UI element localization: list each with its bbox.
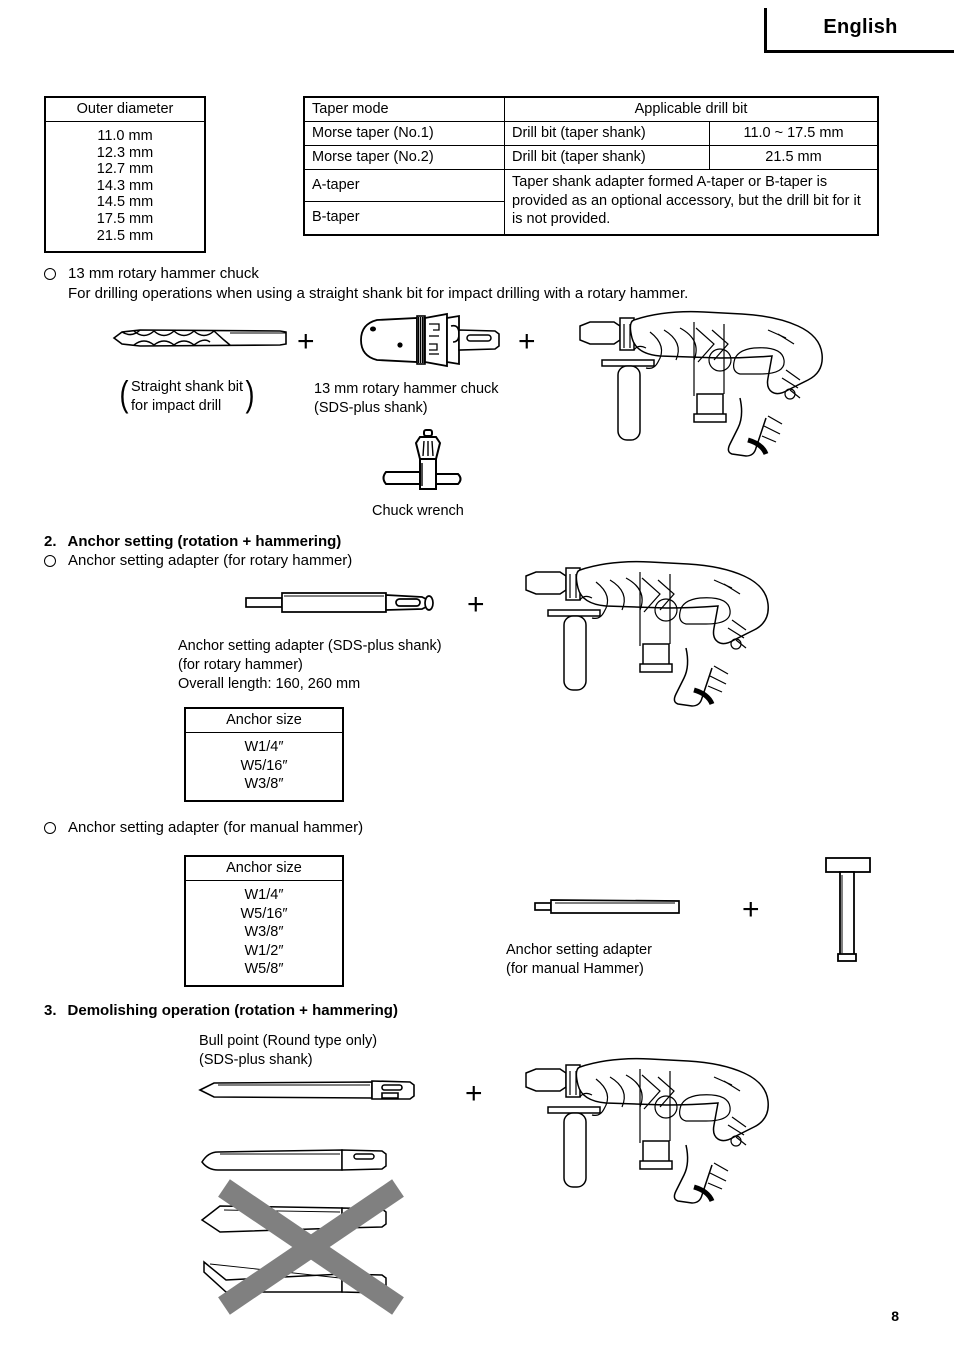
rotary-hammer-chuck-illustration <box>355 312 505 368</box>
chuck-wrench-illustration <box>378 428 478 498</box>
page-number: 8 <box>891 1308 899 1324</box>
straight-shank-bit-caption-group: ( Straight shank bit for impact drill ) <box>118 373 256 416</box>
table-row: W1/4″ <box>244 739 284 755</box>
drill-bit-cell: Drill bit (taper shank) <box>504 121 710 146</box>
drill-bit-size-cell: 21.5 mm <box>709 145 879 170</box>
applicable-drill-bit-header: Applicable drill bit <box>504 96 879 122</box>
prohibited-bits-illustration <box>196 1140 426 1315</box>
table-row: W5/16″ <box>240 905 288 922</box>
table-row: W3/8″ <box>244 924 284 940</box>
plus-sign-manual: + <box>742 893 760 926</box>
table-row: 12.7 mm <box>96 161 154 178</box>
rotary-hammer-tool-illustration-2 <box>518 558 780 708</box>
circle-bullet-icon <box>44 268 56 280</box>
outer-diameter-table-wrapper: Outer diameter 11.0 mm 12.3 mm 12.7 mm 1… <box>44 96 206 254</box>
drill-bit-size-cell: 11.0 ~ 17.5 mm <box>709 121 879 146</box>
a-taper-cell: A-taper <box>303 168 505 203</box>
anchor-size-header: Anchor size <box>185 708 343 733</box>
language-label: English <box>823 15 898 38</box>
plus-sign-rotary: + <box>467 588 485 621</box>
rotary-hammer-tool-illustration-1 <box>572 308 834 458</box>
taper-mode-header: Taper mode <box>303 96 505 122</box>
straight-shank-bit-illustration <box>110 320 290 356</box>
anchor-rotary-bullet-row: Anchor setting adapter (for rotary hamme… <box>44 551 352 571</box>
table-row: A-taper Taper shank adapter formed A-tap… <box>303 168 879 235</box>
taper-mode-table-wrapper: Taper mode Applicable drill bit Morse ta… <box>303 96 879 236</box>
left-paren: ( <box>119 373 129 414</box>
b-taper-cell: B-taper <box>303 201 505 235</box>
table-row: 17.5 mm <box>96 210 154 227</box>
drill-bit-cell: Drill bit (taper shank) <box>504 145 710 170</box>
chuck-wrench-caption: Chuck wrench <box>372 503 464 519</box>
table-row: W1/2″ <box>244 942 284 959</box>
anchor-manual-adapter-caption: Anchor setting adapter (for manual Hamme… <box>506 942 652 977</box>
table-row: 21.5 mm <box>96 227 154 244</box>
plus-sign-2: + <box>518 325 536 358</box>
taper-mode-table: Taper mode Applicable drill bit Morse ta… <box>303 96 879 236</box>
table-row: 14.5 mm <box>96 194 154 211</box>
manual-hammer-illustration <box>820 855 876 965</box>
table-row: W5/8″ <box>244 961 284 977</box>
table-row: W1/4″ <box>244 887 284 903</box>
anchor-setting-adapter-manual-illustration <box>533 895 685 919</box>
chuck-section-description: For drilling operations when using a str… <box>68 284 689 302</box>
chuck-section-text: 13 mm rotary hammer chuck For drilling op… <box>68 264 688 303</box>
right-paren: ) <box>245 373 255 414</box>
anchor-manual-bullet-row: Anchor setting adapter (for manual hamme… <box>44 818 363 838</box>
anchor-size-header: Anchor size <box>185 856 343 881</box>
anchor-rotary-text: Anchor setting adapter (for rotary hamme… <box>68 552 353 569</box>
anchor-rotary-adapter-caption: Anchor setting adapter (SDS-plus shank) … <box>178 638 442 692</box>
section-2-heading: 2. Anchor setting (rotation + hammering) <box>44 533 341 550</box>
section-3-number: 3. <box>44 1002 57 1019</box>
straight-shank-bit-caption: Straight shank bit for impact drill <box>131 379 244 414</box>
taper-mode-cell: Morse taper (No.2) <box>303 145 505 170</box>
language-header-box: English <box>764 8 954 53</box>
table-row: Morse taper (No.1) Drill bit (taper shan… <box>303 121 879 146</box>
chuck-caption: 13 mm rotary hammer chuck (SDS-plus shan… <box>314 381 499 416</box>
anchor-size-table-rotary: Anchor size W1/4″ W5/16″ W3/8″ <box>184 707 344 802</box>
table-row: 14.3 mm <box>96 177 154 194</box>
anchor-size-table-manual: Anchor size W1/4″ W5/16″ W3/8″ W1/2″ W5/… <box>184 855 344 987</box>
circle-bullet-icon <box>44 822 56 834</box>
bull-point-illustration <box>196 1076 420 1106</box>
outer-diameter-header: Outer diameter <box>45 97 205 122</box>
bull-point-caption: Bull point (Round type only) (SDS-plus s… <box>199 1033 378 1068</box>
table-row: 11.0 mm <box>97 128 153 144</box>
circle-bullet-icon <box>44 555 56 567</box>
chuck-section-bullet-row: 13 mm rotary hammer chuck For drilling op… <box>44 264 844 303</box>
chuck-section-title: 13 mm rotary hammer chuck <box>68 265 259 282</box>
outer-diameter-table: Outer diameter 11.0 mm 12.3 mm 12.7 mm 1… <box>44 96 206 254</box>
section-3-heading: 3. Demolishing operation (rotation + ham… <box>44 1002 398 1019</box>
taper-mode-cell: Morse taper (No.1) <box>303 121 505 146</box>
anchor-setting-adapter-rotary-illustration <box>244 588 444 618</box>
section-2-title: Anchor setting (rotation + hammering) <box>67 533 342 550</box>
plus-sign-1: + <box>297 325 315 358</box>
table-row: Morse taper (No.2) Drill bit (taper shan… <box>303 145 879 170</box>
table-row: W5/16″ <box>240 757 288 774</box>
plus-sign-demolish: + <box>465 1077 483 1110</box>
anchor-manual-text: Anchor setting adapter (for manual hamme… <box>68 819 364 836</box>
taper-note-cell: Taper shank adapter formed A-taper or B-… <box>504 169 879 235</box>
table-row: W3/8″ <box>244 776 284 792</box>
table-row: 12.3 mm <box>96 144 154 161</box>
section-3-title: Demolishing operation (rotation + hammer… <box>67 1002 398 1019</box>
rotary-hammer-tool-illustration-3 <box>518 1055 780 1205</box>
section-2-number: 2. <box>44 533 57 550</box>
